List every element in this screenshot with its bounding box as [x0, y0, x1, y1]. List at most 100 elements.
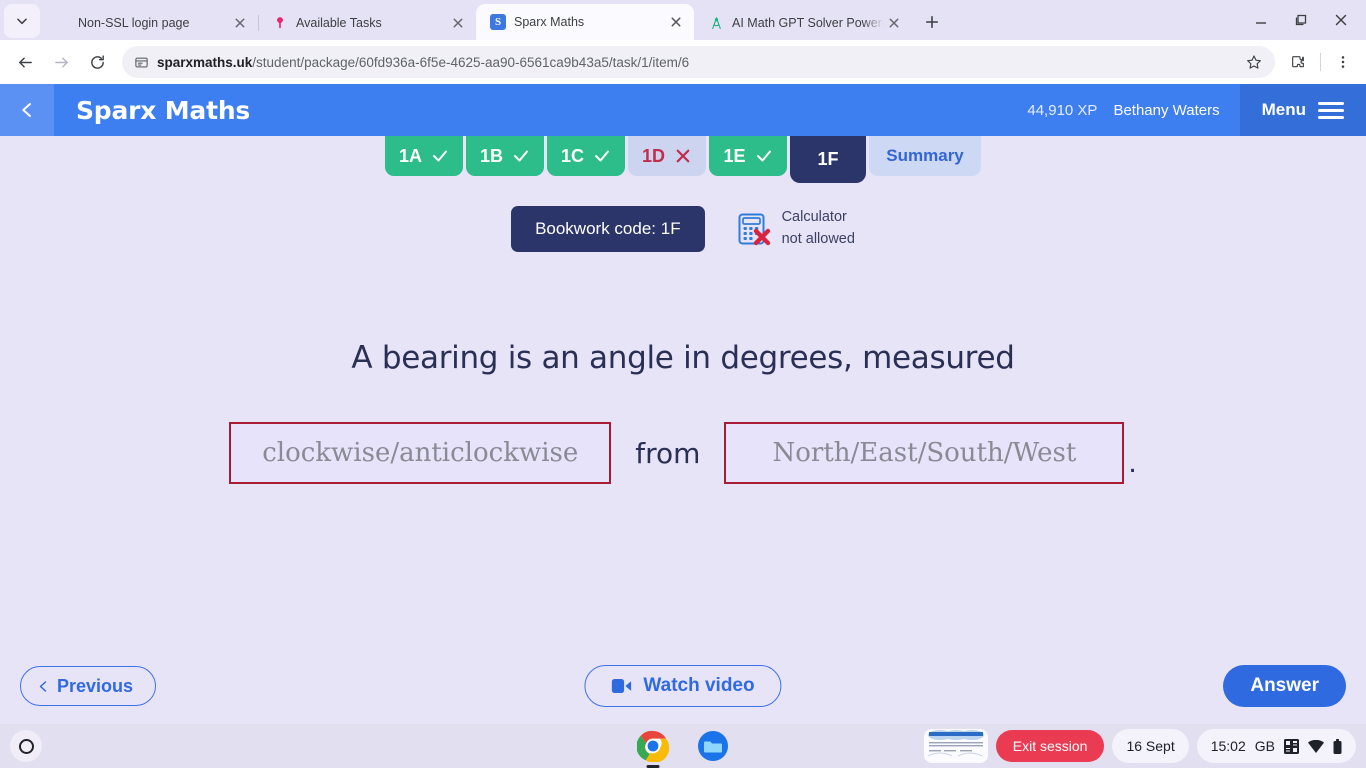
exit-session-button[interactable]: Exit session: [995, 730, 1105, 762]
task-tab-label: 1A: [398, 145, 422, 166]
address-bar[interactable]: sparxmaths.uk/student/package/60fd936a-6…: [122, 46, 1275, 78]
close-icon[interactable]: [448, 13, 468, 33]
watch-video-button[interactable]: Watch video: [584, 665, 782, 707]
chrome-browser-window: Non-SSL login page Available Tasks S Spa…: [0, 0, 1366, 724]
chrome-icon[interactable]: [635, 728, 671, 768]
header-right: 44,910 XP Bethany Waters Menu: [1027, 84, 1366, 136]
previous-button[interactable]: Previous: [20, 666, 157, 706]
close-icon[interactable]: [230, 13, 250, 33]
task-tab-1f[interactable]: 1F: [790, 136, 867, 183]
calculator-line2: not allowed: [781, 231, 855, 247]
trailing-period: .: [1128, 446, 1137, 479]
close-icon[interactable]: [884, 13, 904, 33]
task-tab-1e[interactable]: 1E: [709, 136, 788, 176]
task-tab-summary[interactable]: Summary: [869, 136, 982, 176]
join-word: from: [635, 436, 701, 470]
window-controls: [1242, 0, 1366, 40]
chevron-left-icon: [39, 680, 47, 692]
close-icon[interactable]: [1322, 4, 1360, 36]
url-domain: sparxmaths.uk: [157, 54, 253, 70]
shelf-status-area: Exit session 16 Sept 15:02 GB: [923, 729, 1356, 763]
task-tab-label: 1C: [561, 145, 585, 166]
new-tab-button[interactable]: [918, 8, 946, 36]
browser-tab-1[interactable]: Available Tasks: [258, 6, 476, 40]
forward-icon[interactable]: [44, 45, 78, 79]
question-area: A bearing is an angle in degrees, measur…: [0, 252, 1366, 648]
shelf-app-icons: [635, 728, 731, 768]
battery-icon: [1333, 738, 1342, 754]
pink-pin-icon: [272, 15, 288, 31]
task-tab-1b[interactable]: 1B: [465, 136, 544, 176]
task-tab-label: 1E: [723, 145, 746, 166]
date-pill[interactable]: 16 Sept: [1112, 729, 1189, 763]
date-text: 16 Sept: [1126, 738, 1175, 754]
answer-button[interactable]: Answer: [1223, 665, 1346, 707]
bookmark-star-icon[interactable]: [1241, 49, 1267, 75]
tab-search-button[interactable]: [4, 4, 40, 38]
answer-input-2[interactable]: North/East/South/West: [724, 422, 1125, 484]
browser-toolbar: sparxmaths.uk/student/package/60fd936a-6…: [0, 40, 1366, 84]
maximize-icon[interactable]: [1282, 4, 1320, 36]
check-icon: [514, 150, 528, 162]
time-text: 15:02: [1210, 738, 1246, 754]
extensions-icon[interactable]: [1283, 47, 1313, 77]
blank-icon: [54, 15, 70, 31]
calculator-not-allowed-icon: [737, 212, 771, 246]
check-icon: [433, 150, 447, 162]
browser-tab-2[interactable]: S Sparx Maths: [476, 4, 694, 40]
calculator-note: Calculator not allowed: [737, 207, 855, 251]
sparx-app: Sparx Maths 44,910 XP Bethany Waters Men…: [0, 84, 1366, 724]
page-title: Sparx Maths: [76, 95, 251, 125]
task-tab-label: 1D: [642, 145, 666, 166]
menu-button[interactable]: Menu: [1239, 84, 1366, 136]
hamburger-icon: [1318, 101, 1344, 119]
close-icon[interactable]: [666, 12, 686, 32]
bookwork-code: Bookwork code: 1F: [511, 206, 705, 252]
task-tab-1d[interactable]: 1D: [628, 136, 707, 176]
sparx-s-icon: S: [490, 14, 506, 30]
tab-title: Sparx Maths: [514, 15, 585, 29]
task-tab-1a[interactable]: 1A: [384, 136, 463, 176]
tab-title: AI Math GPT Solver Powered b: [732, 16, 884, 30]
answer-line: clockwise/anticlockwise from North/East/…: [229, 422, 1137, 484]
launcher-ring: [18, 738, 34, 754]
browser-tab-3[interactable]: AI Math GPT Solver Powered b: [694, 6, 912, 40]
tab-strip: Non-SSL login page Available Tasks S Spa…: [0, 0, 1366, 40]
task-tab-label: 1F: [817, 149, 839, 169]
back-icon[interactable]: [8, 45, 42, 79]
back-chevron-icon[interactable]: [0, 84, 54, 136]
minimize-icon[interactable]: [1242, 4, 1280, 36]
menu-label: Menu: [1261, 100, 1306, 119]
task-tab-label: Summary: [886, 146, 964, 165]
check-icon: [756, 150, 771, 162]
task-tab-label: 1B: [479, 145, 503, 166]
answer-input-1[interactable]: clockwise/anticlockwise: [229, 422, 612, 484]
browser-tab-0[interactable]: Non-SSL login page: [40, 6, 258, 40]
task-tab-1c[interactable]: 1C: [547, 136, 626, 176]
bookwork-row: Bookwork code: 1F Calculator not allowed: [0, 206, 1366, 252]
calculator-line1: Calculator: [781, 209, 847, 226]
user-name: Bethany Waters: [1113, 101, 1220, 119]
calculator-text: Calculator not allowed: [782, 207, 855, 251]
task-tab-strip: 1A 1B 1C 1D 1E 1F Summary: [0, 136, 1366, 184]
chrome-menu-icon[interactable]: [1328, 47, 1358, 77]
cross-icon: [676, 149, 690, 163]
files-icon[interactable]: [695, 728, 731, 764]
video-camera-icon: [611, 679, 632, 693]
page-info-icon[interactable]: [134, 55, 149, 70]
previous-label: Previous: [57, 675, 134, 696]
app-header: Sparx Maths 44,910 XP Bethany Waters Men…: [0, 84, 1366, 136]
tab-list: Non-SSL login page Available Tasks S Spa…: [40, 0, 912, 40]
status-pill[interactable]: 15:02 GB: [1196, 729, 1356, 763]
check-icon: [595, 150, 609, 162]
locale-text: GB: [1254, 738, 1275, 754]
green-compass-icon: [708, 15, 724, 31]
screen-thumbnail[interactable]: [923, 729, 988, 763]
tab-title: Non-SSL login page: [78, 16, 190, 30]
url-path: /student/package/60fd936a-6f5e-4625-aa90…: [252, 54, 690, 70]
toolbar-right-icons: [1283, 47, 1358, 77]
watch-video-label: Watch video: [643, 675, 755, 696]
toolbar-divider: [1320, 53, 1321, 71]
reload-icon[interactable]: [80, 45, 114, 79]
launcher-icon[interactable]: [10, 730, 42, 762]
